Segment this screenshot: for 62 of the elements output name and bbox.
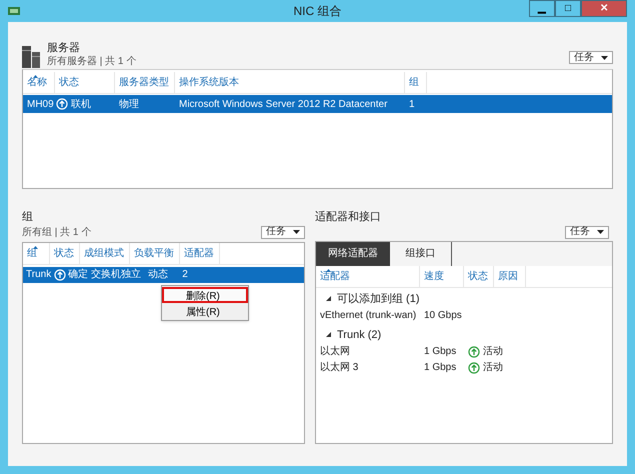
tasks-dropdown[interactable]: 任务 <box>569 51 613 64</box>
table-cell-text: 活动 <box>483 345 503 360</box>
caret-icon <box>293 230 300 234</box>
table-cell-text: 2 <box>181 268 188 282</box>
table-cell: 10 Gbps <box>424 310 462 322</box>
caret-icon <box>601 56 608 60</box>
table-row[interactable]: MH09 联机 物理 Microsoft Windows Server 2012 R2 Datacenter 1 <box>23 95 612 113</box>
table-cell: 以太网 3 <box>320 362 358 374</box>
minimize-button[interactable]: ▁ <box>529 0 555 17</box>
maximize-button[interactable]: □ <box>555 0 581 17</box>
table-cell-text: MH09 <box>26 98 55 112</box>
up-arrow-icon <box>54 268 66 281</box>
column-header[interactable]: 状态 <box>464 266 494 287</box>
section-title: 组 <box>22 211 34 225</box>
up-arrow-icon <box>56 98 68 110</box>
table-cell-text: 联机 <box>71 98 91 112</box>
table-cell: 以太网 <box>320 346 350 358</box>
table-cell-text: 活动 <box>483 361 503 376</box>
column-header[interactable]: 原因 <box>494 266 526 287</box>
table-cell-text: 交换机独立 <box>90 268 142 282</box>
column-header[interactable]: 状态 <box>50 242 80 264</box>
column-header[interactable]: 成组模式 <box>80 242 130 264</box>
menu-item[interactable]: 删除(R) <box>162 286 248 303</box>
column-header[interactable]: 适配器 <box>180 242 220 264</box>
column-header[interactable]: 名称 <box>23 72 55 93</box>
table-row[interactable]: Trunk 确定 交换机独立 动态 2 <box>23 266 304 283</box>
up-arrow-icon <box>468 346 480 358</box>
tasks-dropdown[interactable]: 任务 <box>261 226 305 239</box>
table-cell-text: 动态 <box>147 268 170 282</box>
window-title: NIC 组合 <box>294 3 342 20</box>
table-cell-text: Trunk <box>25 268 52 282</box>
column-header[interactable]: 服务器类型 <box>115 72 175 93</box>
tasks-dropdown[interactable]: 任务 <box>565 226 609 239</box>
table-cell-text: 1 <box>408 98 416 112</box>
section-subtitle: 所有服务器 | 共 1 个 <box>47 56 136 68</box>
close-button[interactable]: ✕ <box>581 0 627 17</box>
table-cell: 1 Gbps <box>424 346 456 358</box>
column-header[interactable]: 负载平衡 <box>130 242 180 264</box>
column-header[interactable]: 组 <box>405 72 427 93</box>
table-cell: 1 Gbps <box>424 362 456 374</box>
column-header[interactable]: 速度 <box>420 266 464 287</box>
group-heading: 可以添加到组 (1) <box>337 292 420 306</box>
section-subtitle: 所有组 | 共 1 个 <box>22 226 92 240</box>
tab[interactable]: 网络适配器 <box>316 242 390 266</box>
server-icon <box>22 46 42 68</box>
up-arrow-icon <box>468 362 480 374</box>
group-heading: Trunk (2) <box>337 328 382 342</box>
expanded-triangle-icon[interactable] <box>326 296 331 302</box>
caret-icon <box>597 230 604 234</box>
app-icon <box>8 6 20 16</box>
column-header[interactable]: 状态 <box>55 72 115 93</box>
expanded-triangle-icon[interactable] <box>326 332 331 338</box>
table-cell-text: Microsoft Windows Server 2012 R2 Datacenter <box>178 98 388 112</box>
table-cell-text: 确定 <box>67 268 90 282</box>
column-header[interactable]: 操作系统版本 <box>175 72 405 93</box>
column-header[interactable]: 适配器 <box>316 266 420 287</box>
column-header[interactable]: 组 <box>23 242 50 264</box>
section-title: 适配器和接口 <box>315 211 382 225</box>
table-cell: vEthernet (trunk-wan) <box>320 310 416 322</box>
section-title: 服务器 <box>47 42 81 56</box>
menu-item[interactable]: 属性(R) <box>162 302 248 319</box>
table-cell-text: 物理 <box>118 98 140 112</box>
